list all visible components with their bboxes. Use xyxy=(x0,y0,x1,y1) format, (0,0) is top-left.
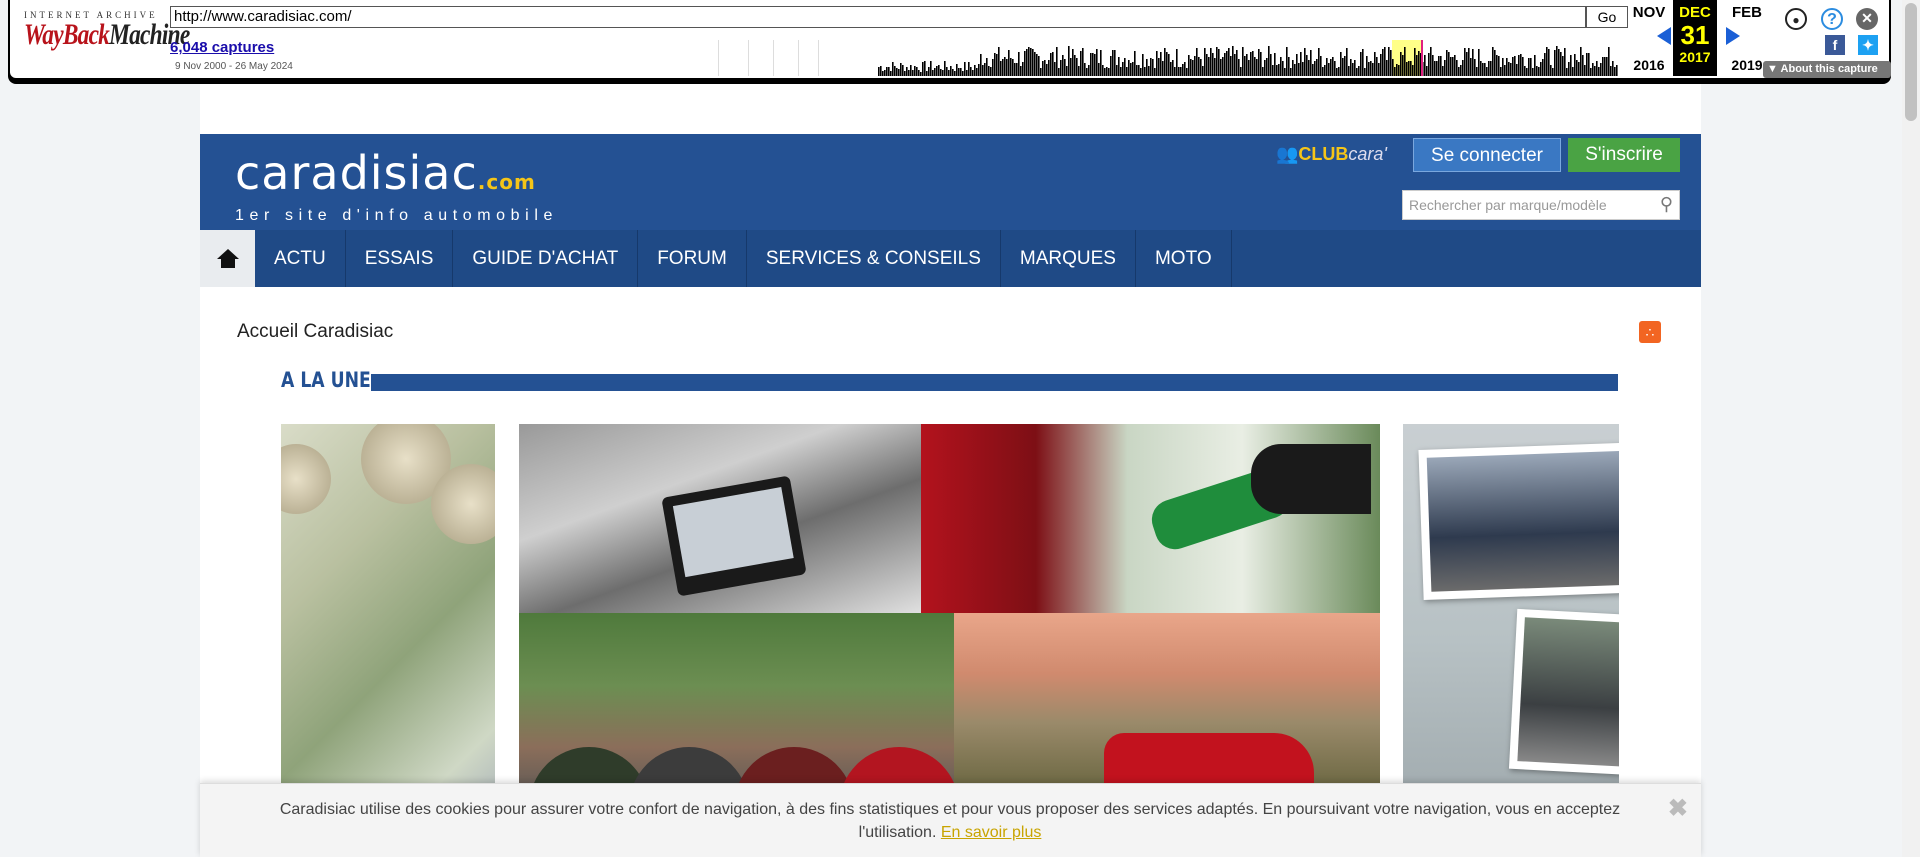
brand-tld: .com xyxy=(477,170,536,194)
nav-item-moto[interactable]: MOTO xyxy=(1136,230,1232,287)
cookie-more-link[interactable]: En savoir plus xyxy=(941,824,1042,841)
cookie-close-icon[interactable]: ✖ xyxy=(1668,794,1688,823)
article-image-dashboard-tablet[interactable] xyxy=(519,424,921,613)
cookie-text: Caradisiac utilise des cookies pour assu… xyxy=(279,801,1621,841)
wayback-logo-text: WayBackMachine xyxy=(24,18,190,51)
brand-tagline: 1er site d'info automobile xyxy=(235,207,558,224)
facebook-icon[interactable]: f xyxy=(1825,35,1845,55)
nav-item-forum[interactable]: FORUM xyxy=(638,230,747,287)
caradisiac-logo[interactable]: caradisiac.com 1er site d'info automobil… xyxy=(235,150,558,225)
wayback-logo[interactable]: INTERNET ARCHIVE WayBackMachine xyxy=(24,10,190,51)
nav-item-actu[interactable]: ACTU xyxy=(255,230,346,287)
prev-arrow-icon[interactable] xyxy=(1657,27,1671,45)
search-input[interactable]: Rechercher par marque/modèle ⚲ xyxy=(1402,190,1680,220)
nav-item-marques[interactable]: MARQUES xyxy=(1001,230,1136,287)
twitter-icon[interactable]: ✦ xyxy=(1858,35,1878,55)
section-title: A LA UNE xyxy=(281,368,371,392)
nav-item-services-conseils[interactable]: SERVICES & CONSEILS xyxy=(747,230,1001,287)
club-icon: 👥 xyxy=(1276,144,1299,164)
close-icon[interactable]: ✕ xyxy=(1856,8,1878,30)
current-year: 2017 xyxy=(1679,49,1711,65)
section-title-bar xyxy=(371,374,1618,391)
current-month: DEC xyxy=(1679,4,1711,21)
help-icon[interactable]: ? xyxy=(1821,8,1843,30)
user-icon[interactable]: ● xyxy=(1785,8,1807,30)
club-cara-link[interactable]: 👥CLUBcara' xyxy=(1276,144,1387,165)
search-icon[interactable]: ⚲ xyxy=(1660,194,1673,215)
main-nav: ACTU ESSAIS GUIDE D'ACHAT FORUM SERVICES… xyxy=(200,230,1701,287)
signup-button[interactable]: S'inscrire xyxy=(1568,138,1680,172)
next-month[interactable]: FEB xyxy=(1725,4,1769,21)
go-button[interactable]: Go xyxy=(1586,6,1628,28)
prev-year[interactable]: 2016 xyxy=(1627,57,1671,73)
current-capture-date: DEC 31 2017 xyxy=(1673,0,1717,76)
home-icon[interactable] xyxy=(200,230,255,287)
cookie-banner: Caradisiac utilise des cookies pour assu… xyxy=(200,783,1701,857)
capture-sparkline[interactable] xyxy=(718,40,1618,76)
next-arrow-icon[interactable] xyxy=(1726,27,1740,45)
scrollbar-thumb[interactable] xyxy=(1905,3,1917,121)
url-input[interactable]: http://www.caradisiac.com/ xyxy=(170,6,1586,28)
site-header: caradisiac.com 1er site d'info automobil… xyxy=(200,134,1701,230)
captures-link[interactable]: 6,048 captures xyxy=(170,39,274,56)
login-button[interactable]: Se connecter xyxy=(1413,138,1561,172)
brand-name: caradisiac.com xyxy=(235,146,536,200)
search-placeholder: Rechercher par marque/modèle xyxy=(1409,197,1607,213)
site-page: caradisiac.com 1er site d'info automobil… xyxy=(200,80,1701,857)
prev-month[interactable]: NOV xyxy=(1627,4,1671,21)
wayback-toolbar: INTERNET ARCHIVE WayBackMachine http://w… xyxy=(8,0,1891,80)
breadcrumb[interactable]: Accueil Caradisiac xyxy=(237,321,393,343)
about-capture-button[interactable]: ▼ About this capture xyxy=(1763,61,1891,78)
nav-item-guide-achat[interactable]: GUIDE D'ACHAT xyxy=(453,230,639,287)
scrollbar[interactable] xyxy=(1902,0,1920,857)
current-day: 31 xyxy=(1680,20,1710,50)
capture-range: 9 Nov 2000 - 26 May 2024 xyxy=(175,61,293,72)
nav-item-essais[interactable]: ESSAIS xyxy=(346,230,454,287)
article-image-fuel-pump[interactable] xyxy=(921,424,1380,613)
rss-icon[interactable]: ∴ xyxy=(1639,321,1661,343)
